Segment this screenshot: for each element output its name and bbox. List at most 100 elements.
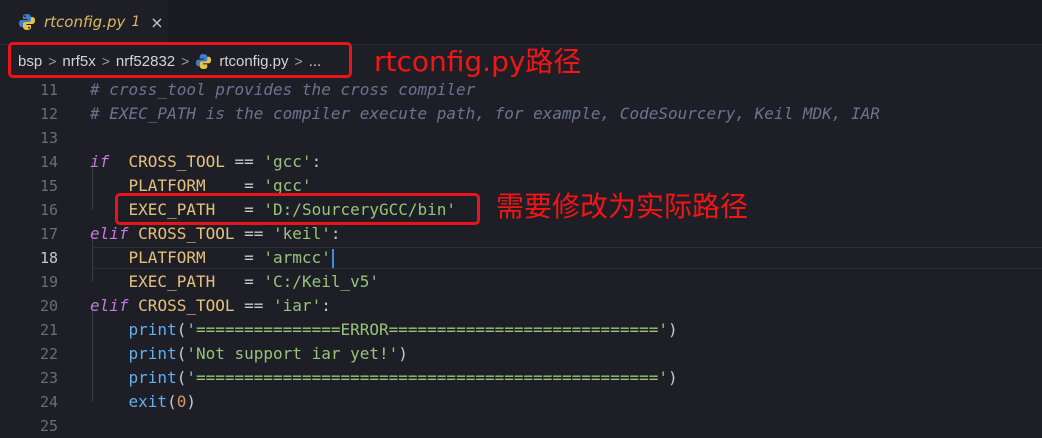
code-token: == xyxy=(234,296,274,315)
code-token: print xyxy=(128,344,177,363)
code-token: PLATFORM xyxy=(128,248,206,267)
code-token: ) xyxy=(667,320,678,339)
code-token: ) xyxy=(667,368,678,387)
edit-path-annotation: 需要修改为实际路径 xyxy=(496,190,749,223)
line-number: 13 xyxy=(39,129,58,147)
line-number: 16 xyxy=(39,201,58,219)
code-text: # cross_tool provides the cross compiler xyxy=(90,78,475,102)
code-line[interactable]: 11 # cross_tool provides the cross compil… xyxy=(0,78,1042,102)
code-line[interactable]: 19 EXEC_PATH = 'C:/Keil_v5' xyxy=(0,270,1042,294)
code-token: == xyxy=(234,224,274,243)
chevron-right-icon: > xyxy=(181,53,190,69)
code-line[interactable]: 13 xyxy=(0,126,1042,150)
code-token: EXEC_PATH xyxy=(128,200,216,219)
code-text: PLATFORM = 'armcc' xyxy=(90,246,334,270)
code-text: if CROSS_TOOL == 'gcc': xyxy=(90,150,321,174)
code-token: CROSS_TOOL xyxy=(138,296,235,315)
code-token: '===============ERROR===================… xyxy=(186,320,668,339)
code-token: : xyxy=(321,296,331,315)
code-token: ( xyxy=(176,344,187,363)
code-text: exit(0) xyxy=(90,390,196,414)
code-token: 'Not support iar yet!' xyxy=(186,344,399,363)
code-token: 'D:/SourceryGCC/bin' xyxy=(263,200,457,219)
code-token: ( xyxy=(176,368,187,387)
code-token: 'C:/Keil_v5' xyxy=(263,272,379,291)
breadcrumb-item-symbols[interactable]: ... xyxy=(309,53,322,70)
code-text: print('=================================… xyxy=(90,366,678,390)
code-line[interactable]: 20 elif CROSS_TOOL == 'iar': xyxy=(0,294,1042,318)
code-token: ) xyxy=(398,344,408,363)
python-icon xyxy=(18,13,36,31)
code-token: # cross_tool provides the cross compiler xyxy=(90,80,476,99)
path-annotation: rtconfig.py路径 xyxy=(374,45,582,78)
code-token: = xyxy=(215,272,264,291)
code-line[interactable]: 25 xyxy=(0,414,1042,438)
code-token: 'gcc' xyxy=(263,152,312,171)
line-number: 20 xyxy=(39,297,58,315)
code-token: # EXEC_PATH is the compiler execute path… xyxy=(90,104,880,123)
chevron-right-icon: > xyxy=(101,53,110,69)
code-token: print xyxy=(128,368,177,387)
code-line[interactable]: 23 print('==============================… xyxy=(0,366,1042,390)
line-number: 12 xyxy=(39,105,58,123)
breadcrumb-item-nrf52832[interactable]: nrf52832 xyxy=(116,53,175,70)
code-line[interactable]: 18 PLATFORM = 'armcc' xyxy=(0,246,1042,270)
code-line[interactable]: 14 if CROSS_TOOL == 'gcc': xyxy=(0,150,1042,174)
code-token: : xyxy=(330,224,341,243)
code-token: = xyxy=(205,176,264,195)
line-number: 21 xyxy=(39,321,58,339)
line-number: 14 xyxy=(39,153,58,171)
line-number: 15 xyxy=(39,177,58,195)
code-token: = xyxy=(205,248,264,267)
code-token: 'iar' xyxy=(273,296,322,315)
breadcrumb-item-bsp[interactable]: bsp xyxy=(18,53,42,70)
python-icon xyxy=(195,53,212,70)
code-token: : xyxy=(311,152,322,171)
chevron-right-icon: > xyxy=(48,53,57,69)
code-token: ( xyxy=(176,320,187,339)
line-number: 18 xyxy=(39,249,58,267)
code-token: ) xyxy=(186,392,196,411)
code-text: PLATFORM = 'gcc' xyxy=(90,174,312,198)
code-line[interactable]: 24 exit(0) xyxy=(0,390,1042,414)
close-icon[interactable]: × xyxy=(150,13,163,32)
code-text: EXEC_PATH = 'D:/SourceryGCC/bin' xyxy=(90,198,457,222)
code-token: elif xyxy=(90,296,129,315)
tab-rtconfig[interactable]: rtconfig.py 1 × xyxy=(0,0,168,44)
code-text: # EXEC_PATH is the compiler execute path… xyxy=(90,102,880,126)
code-token: 'gcc' xyxy=(263,176,312,195)
line-number: 22 xyxy=(39,345,58,363)
code-text: elif CROSS_TOOL == 'keil': xyxy=(90,222,340,246)
code-text: print('Not support iar yet!') xyxy=(90,342,408,366)
code-token: == xyxy=(224,152,264,171)
code-text: elif CROSS_TOOL == 'iar': xyxy=(90,294,331,318)
code-token: PLATFORM xyxy=(128,176,206,195)
code-line[interactable]: 17 elif CROSS_TOOL == 'keil': xyxy=(0,222,1042,246)
code-line[interactable]: 12 # EXEC_PATH is the compiler execute pa… xyxy=(0,102,1042,126)
line-number: 24 xyxy=(39,393,58,411)
code-token: = xyxy=(215,200,264,219)
code-line[interactable]: 21 print('===============ERROR==========… xyxy=(0,318,1042,342)
problem-count-badge: 1 xyxy=(131,14,141,30)
code-token: CROSS_TOOL xyxy=(128,152,225,171)
code-token: 'keil' xyxy=(273,224,331,243)
line-number: 11 xyxy=(39,81,58,99)
line-number: 25 xyxy=(39,417,58,435)
code-token: elif xyxy=(90,224,129,243)
text-cursor xyxy=(331,249,334,268)
breadcrumb-item-nrf5x[interactable]: nrf5x xyxy=(62,53,95,70)
code-line[interactable]: 22 print('Not support iar yet!') xyxy=(0,342,1042,366)
code-editor[interactable]: 11 # cross_tool provides the cross compil… xyxy=(0,78,1042,435)
breadcrumb-item-rtconfig[interactable]: rtconfig.py xyxy=(219,53,288,70)
code-token: 0 xyxy=(176,392,187,411)
